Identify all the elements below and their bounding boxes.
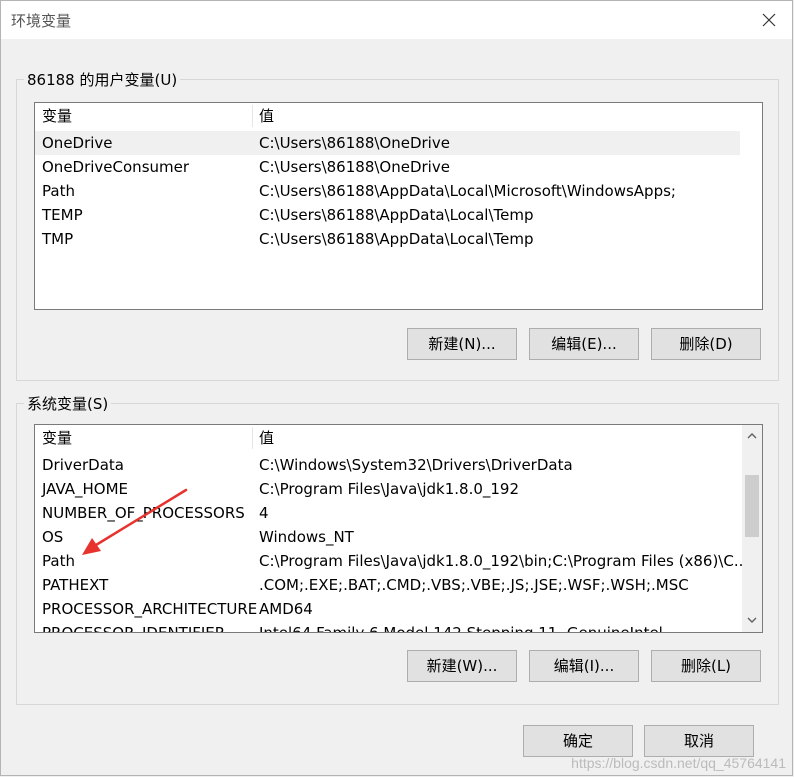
user-delete-button[interactable]: 删除(D) [651,328,761,360]
scroll-up-button[interactable] [742,427,762,445]
list-item[interactable]: JAVA_HOME C:\Program Files\Java\jdk1.8.0_… [35,477,740,501]
system-delete-button[interactable]: 删除(L) [651,650,761,682]
title-bar: 环境变量 [1,1,792,39]
user-new-button[interactable]: 新建(N)... [407,328,517,360]
variable-name: OneDrive [42,134,113,152]
list-item[interactable]: OS Windows_NT [35,525,740,549]
window-title: 环境变量 [11,12,72,30]
environment-variables-dialog: 环境变量 86188 的用户变量(U) 变量 值 OneDrive C:\User… [0,0,793,776]
variable-value: C:\Users\86188\AppData\Local\Temp [259,230,534,248]
vertical-scrollbar[interactable] [742,425,762,632]
list-item[interactable]: OneDrive C:\Users\86188\OneDrive [35,131,740,155]
list-item[interactable]: DriverData C:\Windows\System32\Drivers\Dr… [35,453,740,477]
variable-name: OneDriveConsumer [42,158,190,176]
list-header: 变量 值 [35,425,762,451]
list-item[interactable]: TMP C:\Users\86188\AppData\Local\Temp [35,227,740,251]
variable-value: C:\Users\86188\AppData\Local\Temp [259,206,534,224]
system-edit-button[interactable]: 编辑(I)... [529,650,639,682]
variable-value: C:\Users\86188\AppData\Local\Microsoft\W… [259,182,676,200]
variable-value: Windows_NT [259,528,354,546]
user-variables-list[interactable]: 变量 值 OneDrive C:\Users\86188\OneDrive OneD… [34,102,763,310]
scroll-thumb[interactable] [745,475,759,537]
variable-value: C:\Windows\System32\Drivers\DriverData [259,456,573,474]
list-item[interactable]: Path C:\Users\86188\AppData\Local\Microso… [35,179,740,203]
column-header-variable[interactable]: 变量 [35,425,72,451]
list-item[interactable]: PROCESSOR_ARCHITECTURE AMD64 [35,597,740,621]
ok-button[interactable]: 确定 [523,725,633,757]
variable-name: PROCESSOR_ARCHITECTURE [42,600,258,618]
cancel-button[interactable]: 取消 [644,725,754,757]
variable-value: C:\Users\86188\OneDrive [259,134,450,152]
chevron-down-icon [747,617,757,623]
list-item[interactable]: PATHEXT .COM;.EXE;.BAT;.CMD;.VBS;.VBE;.JS… [35,573,740,597]
variable-name: PROCESSOR_IDENTIFIER [42,624,226,633]
chevron-up-icon [747,433,757,439]
close-button[interactable] [746,1,792,39]
watermark: https://blog.csdn.net/qq_45764141 [571,755,786,771]
variable-value: C:\Users\86188\OneDrive [259,158,450,176]
list-item[interactable]: NUMBER_OF_PROCESSORS 4 [35,501,740,525]
column-header-value[interactable]: 值 [252,103,274,129]
column-header-value[interactable]: 值 [252,425,274,451]
list-item[interactable]: Path C:\Program Files\Java\jdk1.8.0_192\b… [35,549,748,573]
variable-name: NUMBER_OF_PROCESSORS [42,504,245,522]
variable-value: 4 [259,504,269,522]
user-variables-label: 86188 的用户变量(U) [24,69,181,90]
variable-name: TMP [42,230,74,248]
scroll-down-button[interactable] [742,612,762,630]
variable-value: C:\Program Files\Java\jdk1.8.0_192 [259,480,520,498]
column-header-variable[interactable]: 变量 [35,103,72,129]
list-item[interactable]: OneDriveConsumer C:\Users\86188\OneDrive [35,155,740,179]
variable-value: .COM;.EXE;.BAT;.CMD;.VBS;.VBE;.JS;.JSE;.… [259,576,689,594]
list-header: 变量 值 [35,103,762,129]
variable-name: TEMP [42,206,83,224]
variable-value: Intel64 Family 6 Model 142 Stepping 11, … [259,624,663,633]
variable-name: PATHEXT [42,576,109,594]
system-variables-list[interactable]: 变量 值 DriverData C:\Windows\System32\Drive… [34,424,763,633]
variable-name: DriverData [42,456,124,474]
variable-value: C:\Program Files\Java\jdk1.8.0_192\bin;C… [259,552,749,570]
variable-name: Path [42,182,75,200]
list-item[interactable]: PROCESSOR_IDENTIFIER Intel64 Family 6 Mod… [35,621,740,633]
user-edit-button[interactable]: 编辑(E)... [529,328,639,360]
system-new-button[interactable]: 新建(W)... [407,650,517,682]
variable-name: Path [42,552,75,570]
system-variables-label: 系统变量(S) [24,393,112,414]
variable-value: AMD64 [259,600,313,618]
variable-name: OS [42,528,64,546]
close-icon [762,13,776,27]
list-item[interactable]: TEMP C:\Users\86188\AppData\Local\Temp [35,203,740,227]
variable-name: JAVA_HOME [42,480,129,498]
